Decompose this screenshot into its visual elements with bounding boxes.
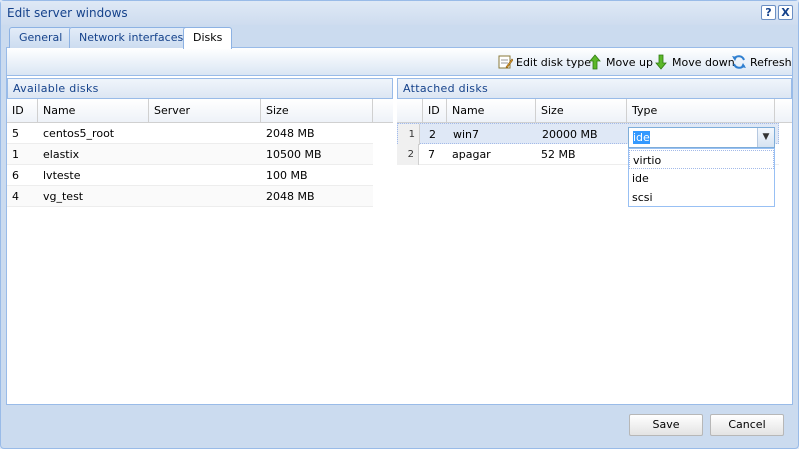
arrow-down-icon (653, 54, 669, 70)
tab-network-interfaces[interactable]: Network interfaces (69, 27, 194, 48)
option-virtio[interactable]: virtio (629, 150, 774, 169)
col-id[interactable]: ID (423, 99, 447, 123)
col-id[interactable]: ID (7, 99, 38, 123)
tab-general[interactable]: General (9, 27, 73, 48)
edit-icon (497, 54, 514, 70)
move-down-button[interactable]: Move down (653, 54, 735, 70)
attached-disks-title: Attached disks (397, 78, 792, 99)
col-size[interactable]: Size (536, 99, 627, 123)
tab-bar: General Network interfaces Disks (6, 25, 793, 49)
window-title-bar[interactable]: Edit server windows ? X (1, 1, 798, 25)
close-icon[interactable]: X (778, 5, 793, 20)
disk-type-input[interactable]: ide (631, 130, 756, 145)
col-rownum (397, 99, 423, 123)
edit-server-window: Edit server windows ? X General Network … (0, 0, 799, 449)
refresh-icon (731, 54, 747, 70)
move-up-button[interactable]: Move up (587, 54, 653, 70)
refresh-button[interactable]: Refresh (731, 54, 792, 70)
col-size[interactable]: Size (261, 99, 373, 123)
table-row[interactable]: 6 lvteste 100 MB (7, 165, 373, 186)
disk-type-combobox[interactable]: ide ▼ (628, 127, 775, 148)
available-disks-title: Available disks (7, 78, 393, 99)
cancel-button[interactable]: Cancel (710, 414, 784, 436)
col-type[interactable]: Type (627, 99, 775, 123)
table-row[interactable]: 1 elastix 10500 MB (7, 144, 373, 165)
disks-panel: Edit disk type Move up Move down Refresh (6, 48, 793, 405)
tab-disks[interactable]: Disks (183, 27, 233, 49)
available-grid-header: ID Name Server Size (7, 99, 393, 123)
help-icon[interactable]: ? (761, 5, 776, 20)
table-row[interactable]: 5 centos5_root 2048 MB (7, 123, 373, 144)
toolbar: Edit disk type Move up Move down Refresh (7, 48, 792, 76)
window-title: Edit server windows (7, 6, 128, 20)
disk-type-dropdown-list: virtio ide scsi (628, 148, 775, 207)
arrow-up-icon (587, 54, 603, 70)
attached-grid-header: ID Name Size Type (397, 99, 792, 123)
chevron-down-icon[interactable]: ▼ (757, 128, 774, 147)
col-name[interactable]: Name (38, 99, 149, 123)
option-ide[interactable]: ide (629, 169, 774, 188)
col-server[interactable]: Server (149, 99, 261, 123)
save-button[interactable]: Save (629, 414, 703, 436)
option-scsi[interactable]: scsi (629, 188, 774, 207)
col-name[interactable]: Name (447, 99, 536, 123)
available-disks-panel: Available disks ID Name Server Size 5 ce… (7, 78, 393, 223)
edit-disk-type-button[interactable]: Edit disk type (497, 54, 591, 70)
table-row[interactable]: 4 vg_test 2048 MB (7, 186, 373, 207)
